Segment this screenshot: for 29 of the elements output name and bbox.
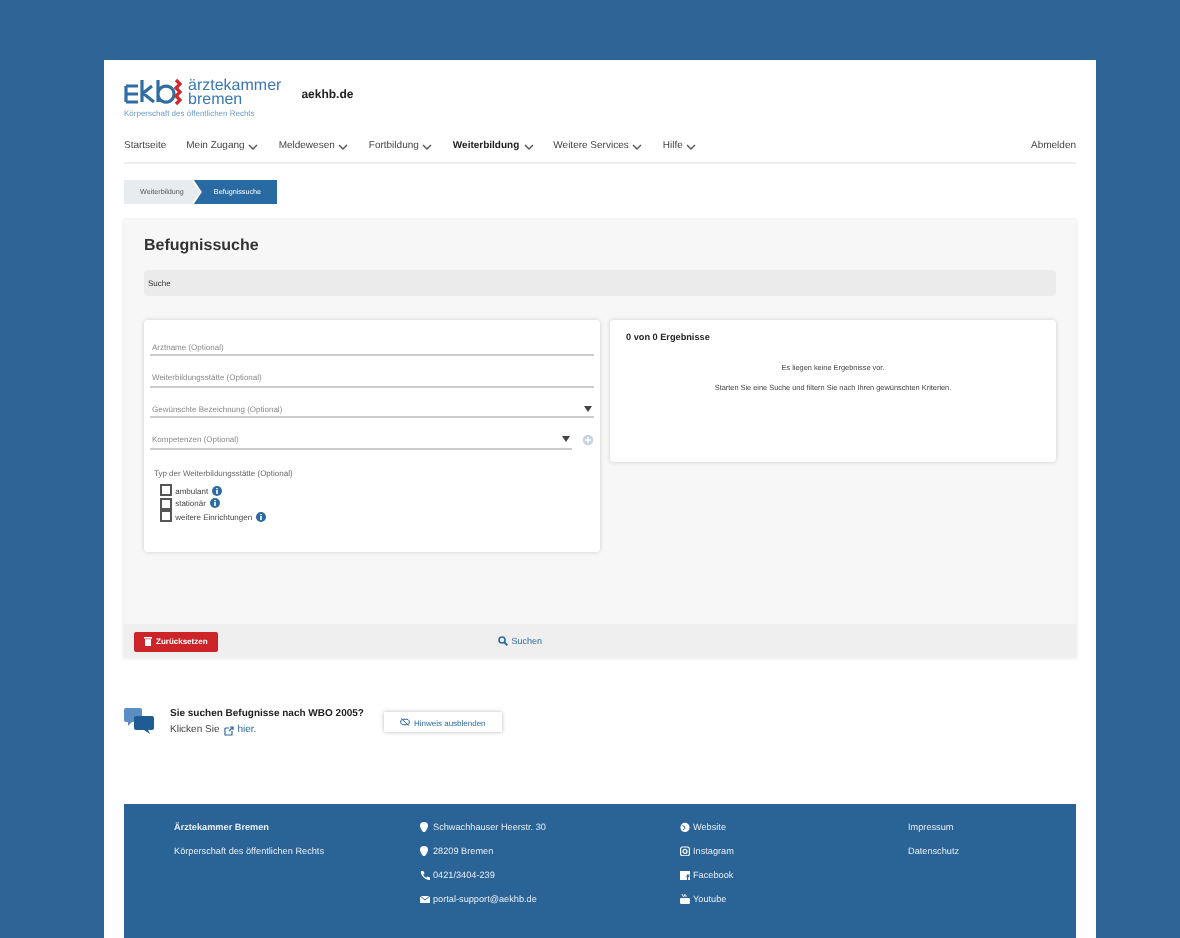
chat-bubbles-icon <box>124 708 156 736</box>
camera-icon <box>680 845 690 856</box>
globe-icon <box>680 821 690 832</box>
trash-icon <box>144 636 152 646</box>
logo-name: ärztekammer <box>188 78 282 92</box>
video-icon <box>680 893 690 904</box>
dropdown-arrow-icon <box>584 405 592 412</box>
caret-icon <box>248 143 259 149</box>
mail-icon <box>420 893 430 904</box>
caret-icon <box>523 143 534 149</box>
caret-icon <box>338 143 349 149</box>
checkbox[interactable] <box>160 510 172 523</box>
caret-icon <box>422 143 433 149</box>
external-link-icon <box>223 725 234 735</box>
phone-icon <box>420 869 430 880</box>
checkbox[interactable] <box>160 497 172 510</box>
logo-city: bremen <box>188 92 243 106</box>
page-title: Befugnissuche <box>142 234 261 258</box>
search-icon <box>497 636 508 646</box>
logo-mark-icon <box>124 78 184 106</box>
caret-icon <box>632 143 643 149</box>
facebook-icon <box>680 869 690 880</box>
checkbox[interactable] <box>160 484 172 497</box>
map-pin-icon <box>420 845 430 856</box>
map-pin-icon <box>420 821 430 832</box>
dropdown-arrow-icon <box>562 436 570 443</box>
caret-icon <box>686 143 697 149</box>
eye-slash-icon <box>399 718 410 726</box>
info-icon <box>256 511 267 522</box>
